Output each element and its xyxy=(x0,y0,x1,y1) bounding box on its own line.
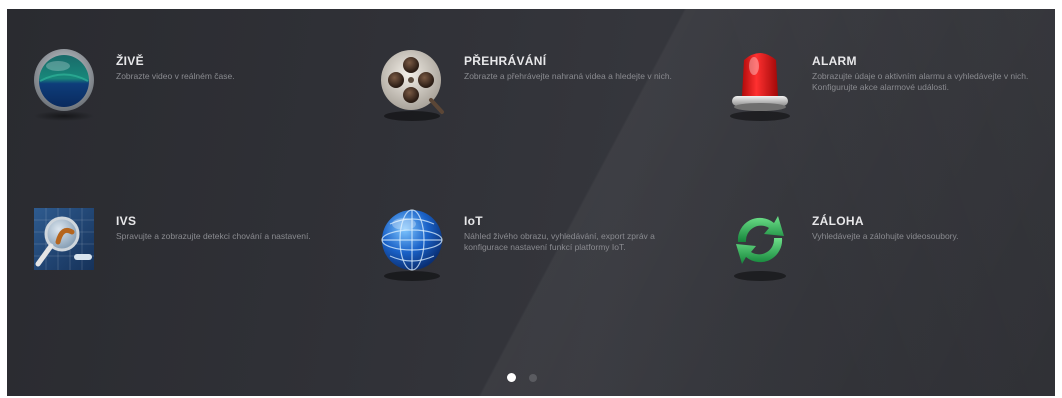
tile-description: Zobrazte a přehrávejte nahraná videa a h… xyxy=(464,71,672,81)
film-reel-icon xyxy=(376,44,456,124)
tile-description: Zobrazte video v reálném čase. xyxy=(116,71,235,81)
tile-description: Náhled živého obrazu, vyhledávání, expor… xyxy=(464,231,655,252)
tile-title: ALARM xyxy=(812,54,857,68)
menu-tile-iot[interactable]: IoT Náhled živého obrazu, vyhledávání, e… xyxy=(376,204,706,304)
ivs-magnifier-icon xyxy=(28,204,108,284)
tile-description: Vyhledávejte a zálohujte videosoubory. xyxy=(812,231,959,241)
menu-tile-playback[interactable]: PŘEHRÁVÁNÍ Zobrazte a přehrávejte nahran… xyxy=(376,44,706,144)
globe-icon xyxy=(376,204,456,284)
tile-description: Spravujte a zobrazujte detekci chování a… xyxy=(116,231,311,241)
page-dot-active[interactable] xyxy=(507,373,516,382)
page-dot-inactive[interactable] xyxy=(529,374,537,382)
tile-title: IVS xyxy=(116,214,137,228)
menu-tile-live[interactable]: ŽIVĚ Zobrazte video v reálném čase. xyxy=(28,44,358,144)
tile-title: IoT xyxy=(464,214,483,228)
sync-arrows-icon xyxy=(724,204,804,284)
tile-title: ZÁLOHA xyxy=(812,214,864,228)
menu-tile-backup[interactable]: ZÁLOHA Vyhledávejte a zálohujte videosou… xyxy=(724,204,1054,304)
tile-title: PŘEHRÁVÁNÍ xyxy=(464,54,547,68)
alarm-siren-icon xyxy=(724,44,804,124)
tile-description: Zobrazujte údaje o aktivním alarmu a vyh… xyxy=(812,71,1029,92)
menu-tile-ivs[interactable]: IVS Spravujte a zobrazujte detekci chová… xyxy=(28,204,358,304)
live-lens-icon xyxy=(28,44,108,124)
menu-tile-alarm[interactable]: ALARM Zobrazujte údaje o aktivním alarmu… xyxy=(724,44,1054,144)
main-menu-screen: ŽIVĚ Zobrazte video v reálném čase. PŘEH… xyxy=(7,9,1055,396)
tile-title: ŽIVĚ xyxy=(116,54,144,68)
